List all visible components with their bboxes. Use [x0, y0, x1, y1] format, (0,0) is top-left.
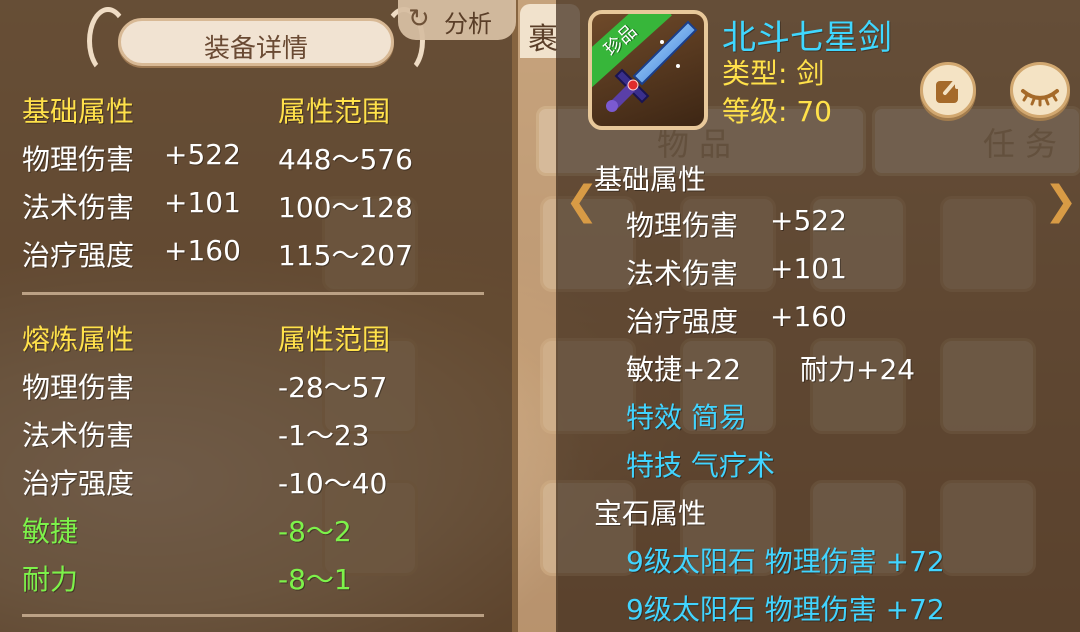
- analyze-label: 分析: [444, 10, 492, 38]
- base-stat-range: 100～128: [278, 191, 413, 224]
- item-stat-value: +160: [770, 300, 847, 333]
- preview-button[interactable]: [1010, 62, 1070, 118]
- panel-separator: [518, 0, 558, 632]
- range-header: 属性范围: [278, 95, 391, 128]
- refine-stat-name: 治疗强度: [22, 467, 135, 500]
- gem-stat: 9级太阳石 物理伤害 +72: [626, 545, 945, 578]
- base-attributes-header: 基础属性: [22, 95, 135, 128]
- detail-title: 装备详情: [203, 34, 308, 64]
- refine-stat-range: -8～1: [278, 563, 352, 596]
- base-stat-name: 治疗强度: [22, 239, 135, 272]
- item-type: 类型: 剑: [722, 57, 825, 90]
- item-effect: 特效 简易: [626, 401, 747, 434]
- share-icon: [936, 77, 959, 103]
- refine-stat-range: -28～57: [278, 371, 388, 404]
- refine-stat-range: -1～23: [278, 419, 370, 452]
- section-divider: [22, 292, 484, 295]
- equipment-detail-panel: 装备详情 基础属性 属性范围 物理伤害 +522 448～576 法术伤害 +1…: [0, 0, 518, 632]
- refresh-icon: ↻: [408, 4, 430, 34]
- base-stat-range: 115～207: [278, 239, 413, 272]
- bag-tab-label: 裹: [528, 22, 558, 57]
- base-stat-range: 448～576: [278, 143, 413, 176]
- item-level: 等级: 70: [722, 95, 832, 128]
- refine-stat-name: 法术伤害: [22, 419, 135, 452]
- item-stat-name: 治疗强度: [626, 305, 739, 338]
- base-stat-name: 物理伤害: [22, 143, 135, 176]
- item-skill: 特技 气疗术: [626, 449, 775, 482]
- refine-stat-name: 耐力: [22, 563, 79, 596]
- item-stat-name: 物理伤害: [626, 209, 739, 242]
- item-base-header: 基础属性: [594, 163, 707, 196]
- refine-stat-name: 物理伤害: [22, 371, 135, 404]
- gem-stat: 9级太阳石 物理伤害 +72: [626, 593, 945, 626]
- refine-attributes-header: 熔炼属性: [22, 323, 135, 356]
- gem-attributes-header: 宝石属性: [594, 497, 707, 530]
- refine-stat-range: -8～2: [278, 515, 352, 548]
- refine-stat-range: -10～40: [278, 467, 388, 500]
- refine-stat-name: 敏捷: [22, 515, 79, 548]
- item-stat-value: +522: [770, 204, 847, 237]
- item-bonus-stat: 耐力+24: [800, 353, 916, 386]
- item-icon: 珍品: [588, 10, 708, 130]
- base-stat-value: +101: [164, 186, 241, 219]
- item-stat-value: +101: [770, 252, 847, 285]
- share-button[interactable]: [920, 62, 976, 118]
- base-stat-value: +522: [164, 138, 241, 171]
- chevron-right-icon[interactable]: ❯: [1044, 178, 1078, 224]
- analyze-button[interactable]: ↻ 分析: [398, 0, 516, 40]
- base-stat-name: 法术伤害: [22, 191, 135, 224]
- eye-icon: [1021, 89, 1059, 107]
- item-bonus-stat: 敏捷+22: [626, 353, 742, 386]
- section-divider: [22, 614, 484, 617]
- detail-header: 装备详情: [87, 7, 425, 75]
- base-stat-value: +160: [164, 234, 241, 267]
- item-stat-name: 法术伤害: [626, 257, 739, 290]
- refine-range-header: 属性范围: [278, 323, 391, 356]
